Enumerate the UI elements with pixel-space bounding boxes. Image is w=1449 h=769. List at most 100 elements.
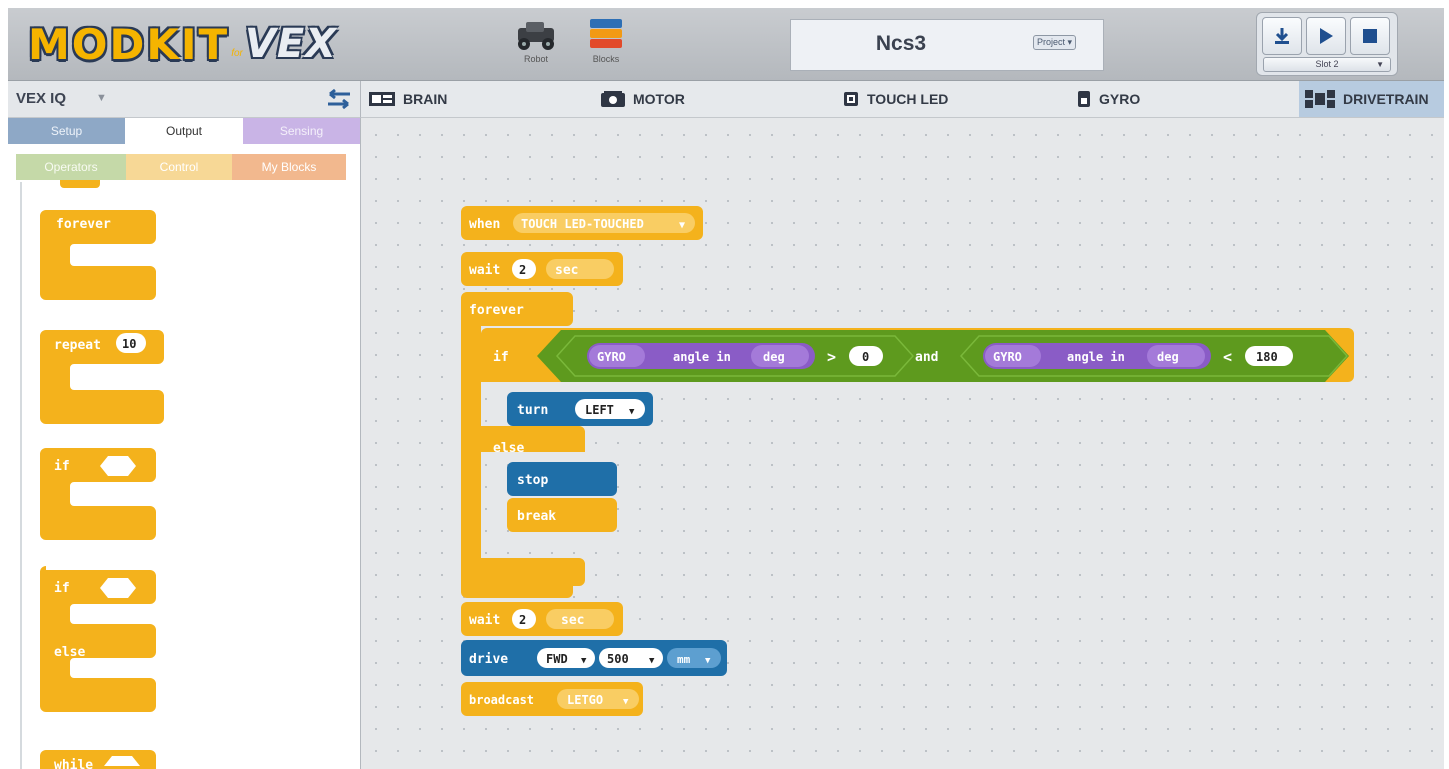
palette-if-else-else-label: else xyxy=(54,645,85,660)
palette-blocks: forever repeat 10 if if else while xyxy=(40,180,164,769)
right-compare-value: 180 xyxy=(1256,350,1278,364)
logo-vex-text: VEX xyxy=(244,21,337,67)
script-blocks: when TOUCH LED-TOUCHED ▼ wait 2 sec fore… xyxy=(461,206,1354,716)
robot-mode-label: Robot xyxy=(523,54,549,64)
modkit-logo: MODKIT for VEX xyxy=(28,18,337,70)
drivetrain-icon xyxy=(1305,90,1335,108)
right-gyro-prop-label: angle in xyxy=(1067,350,1125,364)
project-name[interactable]: Ncs3 xyxy=(791,32,1011,56)
chevron-down-icon: ▼ xyxy=(629,407,635,417)
palette-if-block[interactable]: if xyxy=(40,448,156,540)
stop-label: stop xyxy=(517,473,548,488)
when-block[interactable]: when TOUCH LED-TOUCHED ▼ xyxy=(461,206,703,240)
drive-block[interactable]: drive FWD ▼ 500 ▼ mm ▼ xyxy=(461,640,727,676)
logo-for-text: for xyxy=(231,47,243,59)
tab-drivetrain-label: DRIVETRAIN xyxy=(1343,91,1429,107)
tab-touch-led[interactable]: TOUCH LED xyxy=(843,81,1073,117)
broadcast-block[interactable]: broadcast LETGO ▼ xyxy=(461,682,643,716)
device-tabs: BRAIN MOTOR TOUCH LED GYRO DRIVETRAIN xyxy=(361,81,1444,118)
slot-label: Slot 2 xyxy=(1315,59,1339,69)
touch-led-icon xyxy=(844,92,858,106)
download-icon xyxy=(1275,28,1289,44)
wait-2-unit-label: sec xyxy=(561,613,584,628)
top-toolbar: MODKIT for VEX Robot Blocks Ncs3 Project… xyxy=(8,8,1444,81)
drive-label: drive xyxy=(469,652,508,667)
chevron-down-icon: ▼ xyxy=(581,656,587,666)
drive-unit-value: mm xyxy=(677,653,691,666)
project-box: Ncs3 Project ▾ xyxy=(790,19,1104,71)
chevron-down-icon[interactable]: ▼ xyxy=(96,92,107,104)
robot-mode-button[interactable]: Robot xyxy=(508,14,564,74)
stop-button[interactable] xyxy=(1350,17,1390,55)
palette-repeat-label: repeat xyxy=(54,338,101,353)
broadcast-message-value: LETGO xyxy=(567,693,603,707)
palette-repeat-count: 10 xyxy=(122,337,136,351)
stop-block[interactable]: stop xyxy=(507,462,617,496)
swap-icon[interactable] xyxy=(322,88,356,110)
left-gyro-device-label: GYRO xyxy=(597,350,626,364)
left-gyro-unit-label: deg xyxy=(763,350,785,364)
if-label: if xyxy=(493,350,509,365)
palette-forever-block[interactable]: forever xyxy=(40,210,156,300)
palette-repeat-block[interactable]: repeat 10 xyxy=(40,330,164,424)
palette-if-else-block[interactable]: if else xyxy=(40,566,156,712)
tab-brain[interactable]: BRAIN xyxy=(369,81,599,117)
blocks-icon xyxy=(578,14,634,54)
stop-icon xyxy=(1363,29,1377,43)
block-palette-sidebar: Setup Output Sensing Operators Control M… xyxy=(8,118,361,769)
chevron-down-icon: ▼ xyxy=(705,656,711,666)
slot-select[interactable]: Slot 2 ▼ xyxy=(1263,57,1391,72)
turn-label: turn xyxy=(517,403,548,418)
palette-while-block[interactable]: while xyxy=(40,750,156,769)
turn-direction-value: LEFT xyxy=(585,403,614,417)
logo-modkit-text: MODKIT xyxy=(28,19,230,69)
palette-if-else-if-label: if xyxy=(54,581,70,596)
tab-motor-label: MOTOR xyxy=(633,91,685,107)
chevron-down-icon: ▼ xyxy=(649,656,655,666)
and-label: and xyxy=(915,350,938,365)
less-than-symbol: < xyxy=(1223,348,1232,366)
play-icon xyxy=(1320,28,1333,44)
left-compare-value: 0 xyxy=(862,350,869,364)
download-button[interactable] xyxy=(1262,17,1302,55)
wait-2-seconds-value: 2 xyxy=(519,613,526,627)
tab-brain-label: BRAIN xyxy=(403,91,448,107)
wait-seconds-value: 2 xyxy=(519,263,526,277)
palette-while-label: while xyxy=(54,758,93,769)
wait-block-2[interactable]: wait 2 sec xyxy=(461,602,623,636)
gyro-icon xyxy=(1078,91,1090,107)
play-button[interactable] xyxy=(1306,17,1346,55)
drive-direction-value: FWD xyxy=(546,652,568,666)
right-gyro-unit-label: deg xyxy=(1157,350,1179,364)
broadcast-label: broadcast xyxy=(469,693,534,707)
brain-icon xyxy=(369,92,395,106)
tab-gyro-label: GYRO xyxy=(1099,91,1141,107)
else-label: else xyxy=(493,441,524,456)
wait-label: wait xyxy=(469,263,500,278)
tab-drivetrain[interactable]: DRIVETRAIN xyxy=(1299,81,1444,117)
palette-if-label: if xyxy=(54,459,70,474)
script-canvas[interactable]: when TOUCH LED-TOUCHED ▼ wait 2 sec fore… xyxy=(361,118,1444,769)
wait-unit-label: sec xyxy=(555,263,578,278)
robot-icon xyxy=(508,14,564,54)
turn-block[interactable]: turn LEFT ▼ xyxy=(507,392,653,426)
chevron-down-icon: ▼ xyxy=(1376,60,1384,69)
drive-unit-dropdown[interactable] xyxy=(667,648,721,668)
wait-2-label: wait xyxy=(469,613,500,628)
chevron-down-icon: ▼ xyxy=(679,220,685,231)
greater-than-symbol: > xyxy=(827,348,836,366)
if-else-block[interactable]: if else and GYRO angle in deg > 0 GYRO a… xyxy=(475,328,1354,586)
blocks-mode-button[interactable]: Blocks xyxy=(578,14,634,74)
tab-touch-led-label: TOUCH LED xyxy=(867,91,949,107)
right-gyro-device-label: GYRO xyxy=(993,350,1022,364)
tab-gyro[interactable]: GYRO xyxy=(1077,81,1297,117)
wait-block[interactable]: wait 2 sec xyxy=(461,252,623,286)
drive-distance-value: 500 xyxy=(607,652,629,666)
left-gyro-prop-label: angle in xyxy=(673,350,731,364)
when-label: when xyxy=(469,217,500,232)
tab-motor[interactable]: MOTOR xyxy=(601,81,831,117)
project-menu-button[interactable]: Project ▾ xyxy=(1033,35,1077,50)
platform-select[interactable]: VEX IQ xyxy=(16,90,66,107)
break-block[interactable]: break xyxy=(507,498,617,532)
platform-bar: VEX IQ ▼ xyxy=(8,81,361,118)
